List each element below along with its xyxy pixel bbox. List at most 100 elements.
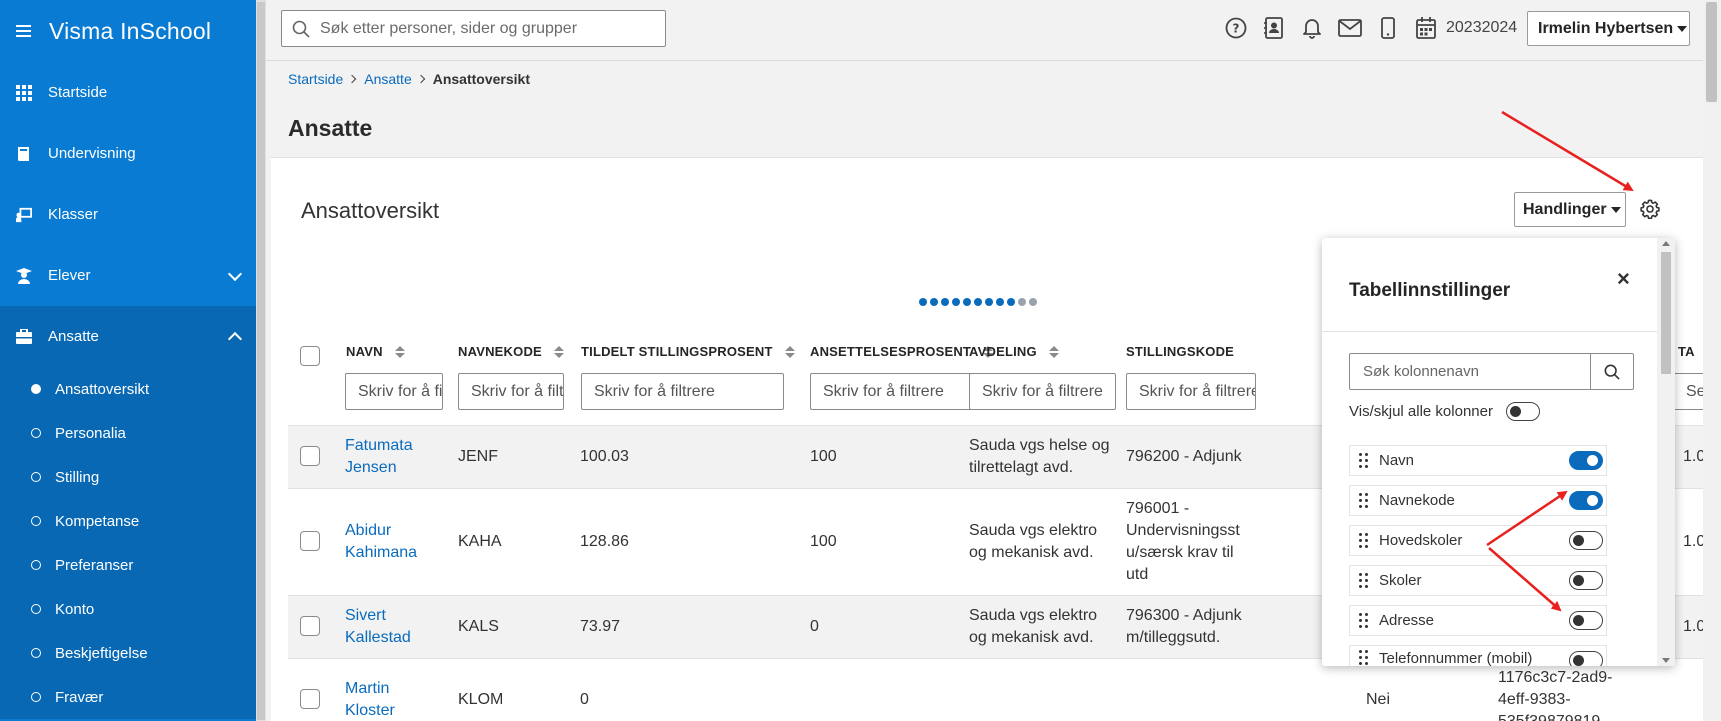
filter-input-tildelt[interactable]	[581, 373, 784, 410]
row-checkbox[interactable]	[300, 616, 320, 636]
sidebar-item-klasser[interactable]: Klasser	[0, 184, 256, 245]
help-icon[interactable]: ?	[1224, 16, 1248, 40]
row-checkbox[interactable]	[300, 446, 320, 466]
scroll-down-icon[interactable]	[1662, 658, 1670, 663]
page-dot[interactable]	[996, 298, 1004, 306]
row-checkbox[interactable]	[300, 689, 320, 709]
column-setting-item[interactable]: Adresse	[1349, 605, 1607, 636]
column-search[interactable]	[1349, 353, 1634, 390]
contact-card-icon[interactable]	[1262, 16, 1286, 40]
sidebar-subitem-ansattoversikt[interactable]: Ansattoversikt	[0, 367, 256, 411]
page-scrollbar[interactable]	[1703, 0, 1721, 721]
sidebar-subitem-beskjeftigelse[interactable]: Beskjeftigelse	[0, 631, 256, 675]
search-input[interactable]	[320, 19, 650, 38]
column-setting-label: Adresse	[1379, 612, 1435, 629]
sidebar-item-ansatte[interactable]: Ansatte	[0, 306, 256, 367]
column-toggle-switch[interactable]	[1569, 531, 1603, 550]
column-header-tildelt[interactable]: TILDELT STILLINGSPROSENT	[581, 344, 795, 359]
mobile-icon[interactable]	[1376, 16, 1400, 40]
sidebar-subitem-kompetanse[interactable]: Kompetanse	[0, 499, 256, 543]
calendar-icon[interactable]	[1414, 16, 1438, 40]
sidebar-subitem-preferanser[interactable]: Preferanser	[0, 543, 256, 587]
sidebar-scrollbar[interactable]	[256, 0, 266, 721]
column-header-avdeling[interactable]: AVDELING	[969, 344, 1059, 359]
filter-input-avdeling[interactable]	[969, 373, 1116, 410]
menu-icon[interactable]	[16, 25, 31, 37]
scroll-up-icon[interactable]	[1662, 241, 1670, 246]
page-dot[interactable]	[1029, 298, 1037, 306]
column-setting-item[interactable]: Navnekode	[1349, 485, 1607, 516]
app-title[interactable]: Visma InSchool	[49, 18, 211, 45]
employee-name-link[interactable]: Martin Kloster	[345, 678, 395, 721]
drag-handle-icon[interactable]	[1359, 573, 1369, 588]
column-setting-item[interactable]: Telefonnummer (mobil)	[1349, 645, 1607, 666]
column-header-partial[interactable]: TA	[1678, 344, 1695, 359]
column-header-navnekode[interactable]: NAVNEKODE	[458, 344, 564, 359]
school-year[interactable]: 20232024	[1446, 19, 1517, 37]
employee-name-link[interactable]: Sivert Kallestad	[345, 605, 411, 649]
column-toggle-switch[interactable]	[1569, 571, 1603, 590]
actions-button[interactable]: Handlinger	[1514, 192, 1626, 227]
gear-icon[interactable]	[1639, 198, 1661, 220]
sidebar-subitem-stilling[interactable]: Stilling	[0, 455, 256, 499]
toggle-all-switch[interactable]	[1505, 402, 1540, 421]
page-dot[interactable]	[952, 298, 960, 306]
drag-handle-icon[interactable]	[1359, 493, 1369, 508]
page-dot[interactable]	[963, 298, 971, 306]
column-toggle-switch[interactable]	[1569, 491, 1603, 510]
table-row[interactable]: Martin Kloster KLOM 0 Nei 1176c3c7-2ad9- 4…	[288, 658, 1703, 721]
column-search-input[interactable]	[1350, 363, 1590, 380]
filter-input-stillingskode[interactable]	[1126, 373, 1256, 410]
toggle-all-label: Vis/skjul alle kolonner	[1349, 403, 1493, 420]
close-icon[interactable]: ×	[1617, 266, 1630, 292]
bell-icon[interactable]	[1300, 16, 1324, 40]
breadcrumb-link-startside[interactable]: Startside	[288, 71, 343, 87]
filter-input-navnekode[interactable]	[458, 373, 564, 410]
filter-input-ansettelse[interactable]	[810, 373, 981, 410]
drag-handle-icon[interactable]	[1359, 650, 1369, 665]
page-dot[interactable]	[930, 298, 938, 306]
sidebar-subitem-personalia[interactable]: Personalia	[0, 411, 256, 455]
sidebar-item-undervisning[interactable]: Undervisning	[0, 123, 256, 184]
column-toggle-switch[interactable]	[1569, 651, 1603, 666]
sidebar-item-startside[interactable]: Startside	[0, 62, 256, 123]
page-dot[interactable]	[985, 298, 993, 306]
sort-icon[interactable]	[394, 345, 405, 358]
sort-icon[interactable]	[784, 345, 795, 358]
employee-name-link[interactable]: Abidur Kahimana	[345, 520, 417, 564]
page-dot[interactable]	[974, 298, 982, 306]
mail-icon[interactable]	[1338, 16, 1362, 40]
column-toggle-switch[interactable]	[1569, 451, 1603, 470]
scrollbar-thumb[interactable]	[257, 2, 265, 720]
global-search[interactable]	[281, 10, 666, 47]
page-dot[interactable]	[941, 298, 949, 306]
sidebar-item-elever[interactable]: Elever	[0, 245, 256, 306]
sort-icon[interactable]	[553, 345, 564, 358]
filter-input-navn[interactable]	[345, 373, 443, 410]
drag-handle-icon[interactable]	[1359, 453, 1369, 468]
page-dot[interactable]	[1018, 298, 1026, 306]
column-header-ansettelse[interactable]: ANSETTELSESPROSENT	[810, 344, 994, 359]
select-all-checkbox[interactable]	[300, 346, 320, 366]
column-setting-item[interactable]: Skoler	[1349, 565, 1607, 596]
sidebar-subitem-konto[interactable]: Konto	[0, 587, 256, 631]
user-menu-button[interactable]: Irmelin Hybertsen	[1527, 11, 1690, 46]
column-setting-item[interactable]: Hovedskoler	[1349, 525, 1607, 556]
sidebar-subitem-fravaer[interactable]: Fravær	[0, 675, 256, 719]
drag-handle-icon[interactable]	[1359, 533, 1369, 548]
column-header-navn[interactable]: NAVN	[346, 344, 405, 359]
popover-scrollbar[interactable]	[1657, 238, 1675, 666]
column-toggle-switch[interactable]	[1569, 611, 1603, 630]
scrollbar-thumb[interactable]	[1661, 252, 1671, 374]
scrollbar-thumb[interactable]	[1706, 2, 1717, 102]
employee-name-link[interactable]: Fatumata Jensen	[345, 435, 413, 479]
search-button[interactable]	[1590, 354, 1633, 389]
column-setting-item[interactable]: Navn	[1349, 445, 1607, 476]
drag-handle-icon[interactable]	[1359, 613, 1369, 628]
page-dot[interactable]	[1007, 298, 1015, 306]
page-dot[interactable]	[919, 298, 927, 306]
row-checkbox[interactable]	[300, 531, 320, 551]
breadcrumb-link-ansatte[interactable]: Ansatte	[364, 71, 411, 87]
column-header-stillingskode[interactable]: STILLINGSKODE	[1126, 344, 1234, 359]
sort-icon[interactable]	[1048, 345, 1059, 358]
